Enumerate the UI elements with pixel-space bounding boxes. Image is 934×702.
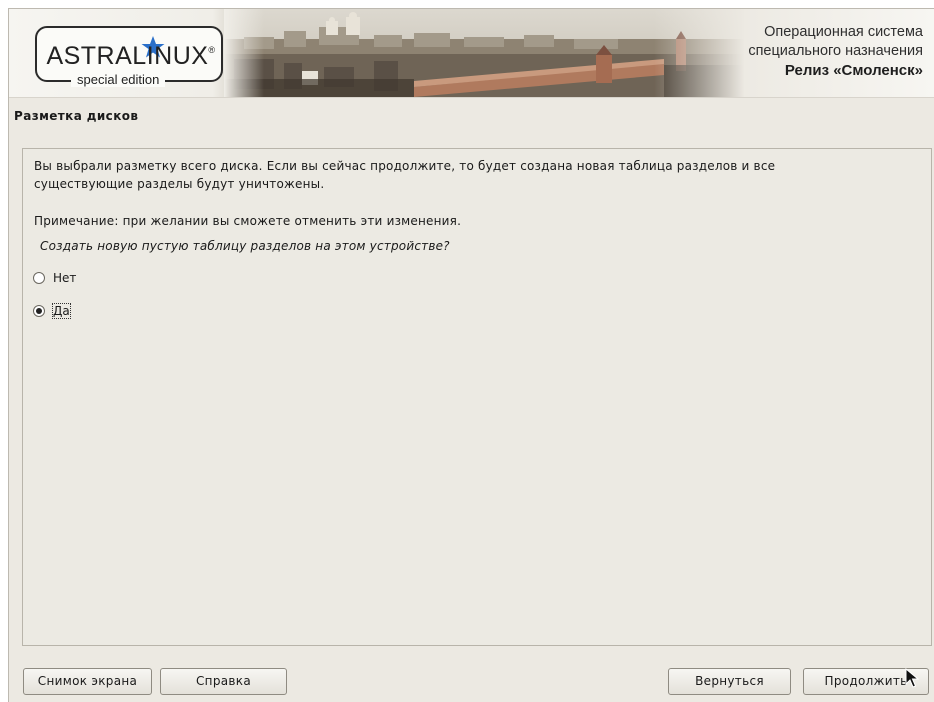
os-description: Операционная система специального назнач…: [748, 23, 923, 80]
page-title: Разметка дисков: [14, 109, 139, 123]
os-line-1: Операционная система: [764, 24, 923, 40]
mouse-pointer-icon: [905, 668, 919, 688]
page-title-bar: Разметка дисков: [9, 97, 934, 133]
city-panorama-image: [224, 9, 744, 97]
option-yes-label: Да: [52, 303, 71, 319]
logo-subtitle: special edition: [71, 72, 166, 87]
option-yes[interactable]: Да: [33, 301, 71, 321]
warning-text-line-2: существующие разделы будут уничтожены.: [34, 177, 325, 191]
astralinux-logo: ASTRALINUX® special edition: [35, 26, 223, 87]
note-text: Примечание: при желании вы сможете отмен…: [34, 214, 462, 228]
help-button[interactable]: Справка: [160, 668, 287, 695]
question-text: Создать новую пустую таблицу разделов на…: [40, 239, 450, 253]
back-button[interactable]: Вернуться: [668, 668, 791, 695]
radio-no[interactable]: [33, 272, 45, 284]
option-no[interactable]: Нет: [33, 268, 76, 288]
content-panel: Вы выбрали разметку всего диска. Если вы…: [22, 148, 932, 646]
warning-text-line-1: Вы выбрали разметку всего диска. Если вы…: [34, 159, 776, 173]
option-no-label: Нет: [53, 271, 77, 285]
release-name: Релиз «Смоленск»: [784, 62, 923, 79]
installer-window: ASTRALINUX® special edition Операционная…: [8, 8, 934, 702]
radio-yes[interactable]: [33, 305, 45, 317]
logo-wordmark: ASTRALINUX®: [46, 42, 216, 70]
screenshot-button[interactable]: Снимок экрана: [23, 668, 152, 695]
os-line-2: специального назначения: [748, 43, 923, 59]
header-banner: ASTRALINUX® special edition Операционная…: [9, 9, 934, 97]
